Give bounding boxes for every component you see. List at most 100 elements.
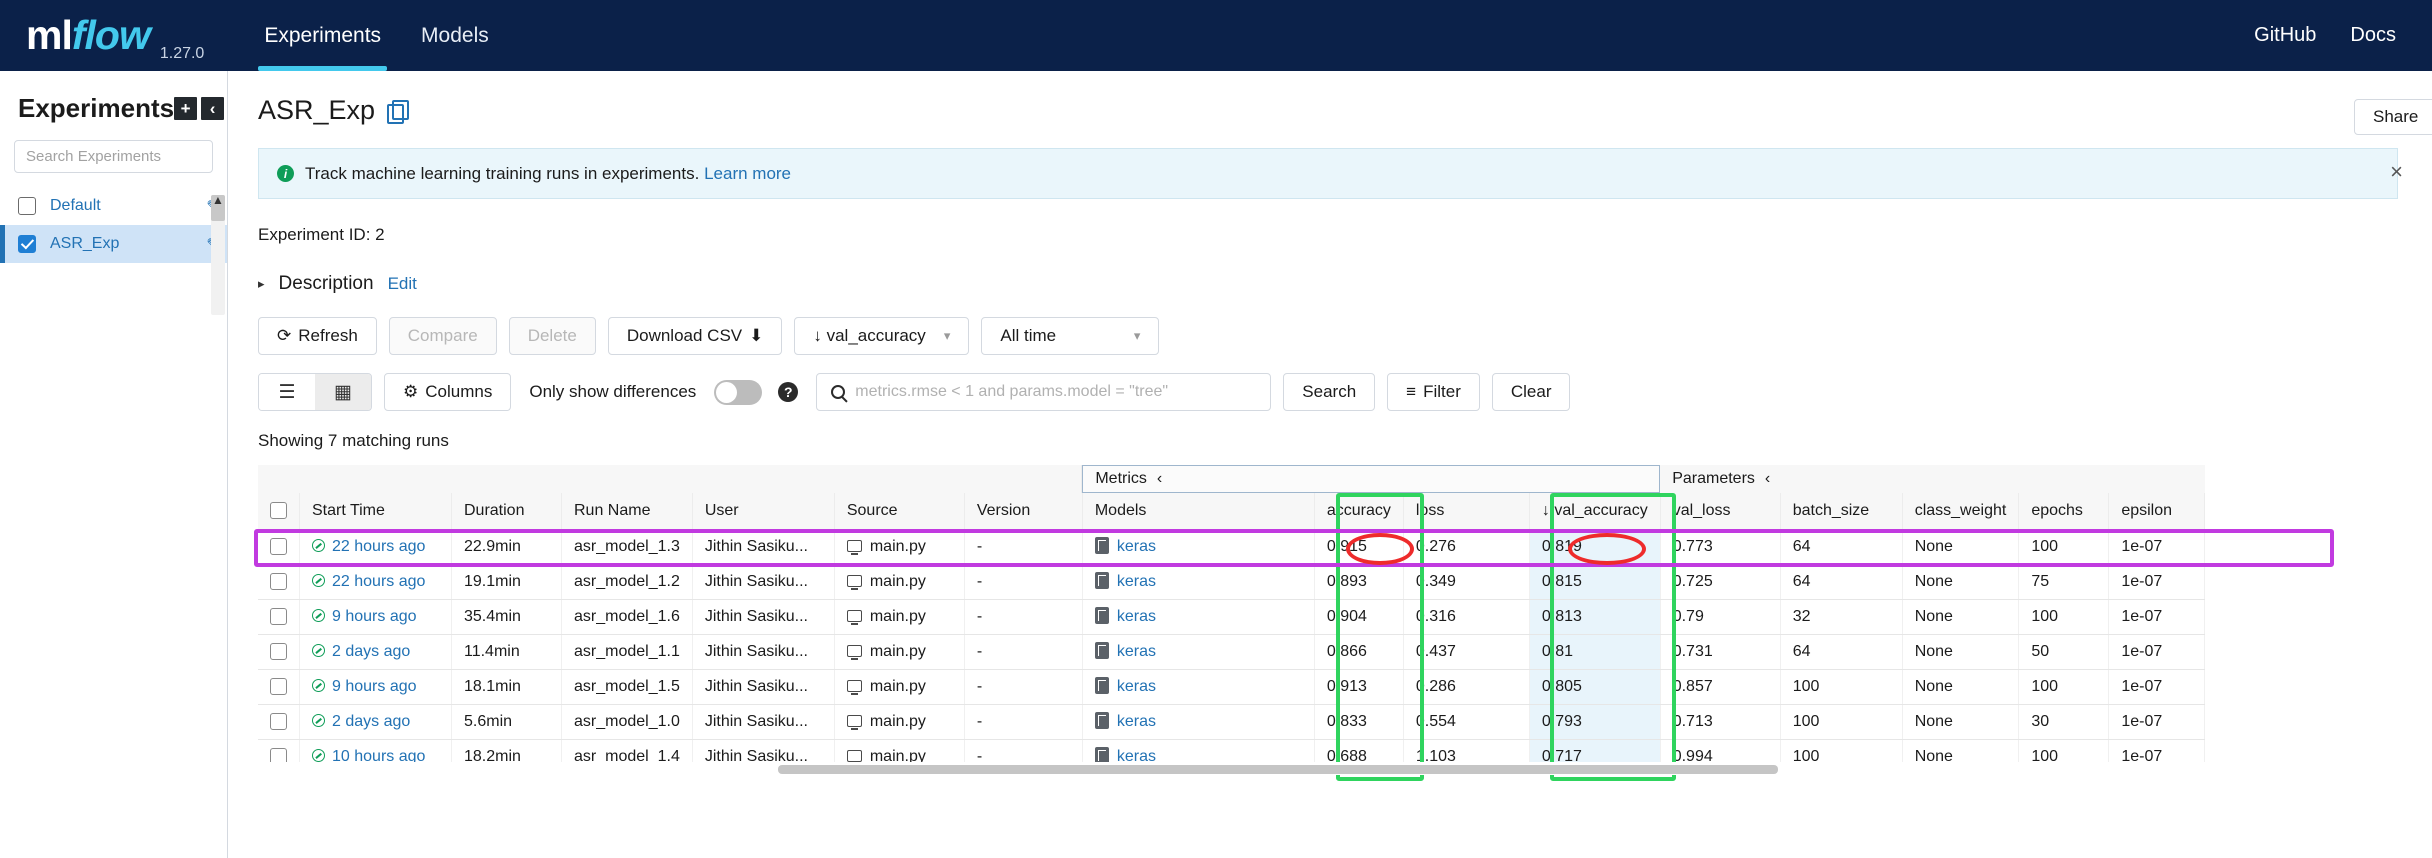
row-checkbox[interactable] xyxy=(270,678,287,695)
parameters-group-header[interactable]: Parameters ‹ xyxy=(1660,465,2205,493)
row-checkbox[interactable] xyxy=(270,538,287,555)
col-epsilon[interactable]: epsilon xyxy=(2108,493,2206,530)
learn-more-link[interactable]: Learn more xyxy=(704,164,791,183)
start-time-link[interactable]: 2 days ago xyxy=(332,643,410,660)
docs-link[interactable]: Docs xyxy=(2350,24,2396,47)
table-horizontal-scrollbar[interactable] xyxy=(258,761,2432,775)
cell-start-time[interactable]: 9 hours ago xyxy=(299,669,452,705)
select-all-header[interactable] xyxy=(258,493,300,530)
col-accuracy[interactable]: accuracy xyxy=(1314,493,1404,530)
cell-models[interactable]: keras xyxy=(1082,669,1315,705)
refresh-button[interactable]: ⟳ Refresh xyxy=(258,317,377,355)
col-duration[interactable]: Duration xyxy=(451,493,562,530)
row-checkbox[interactable] xyxy=(270,608,287,625)
col-epochs[interactable]: epochs xyxy=(2018,493,2110,530)
sidebar-scrollbar[interactable]: ▲ xyxy=(211,193,225,315)
experiment-name[interactable]: Default xyxy=(50,197,101,215)
cell-start-time[interactable]: 22 hours ago xyxy=(299,564,452,600)
model-link[interactable]: keras xyxy=(1117,538,1156,555)
experiment-checkbox[interactable] xyxy=(18,235,36,253)
col-val-loss[interactable]: val_loss xyxy=(1660,493,1781,530)
cell-models[interactable]: keras xyxy=(1082,599,1315,635)
cell-source[interactable]: main.py xyxy=(834,634,965,670)
table-row[interactable]: 9 hours ago 18.1min asr_model_1.5 Jithin… xyxy=(258,669,2206,705)
chevron-left-icon[interactable]: ‹ xyxy=(1157,470,1162,488)
cell-models[interactable]: keras xyxy=(1082,564,1315,600)
description-edit-link[interactable]: Edit xyxy=(388,274,417,294)
col-run-name[interactable]: Run Name xyxy=(561,493,693,530)
runs-search-input[interactable] xyxy=(855,383,1257,401)
search-experiments-input[interactable] xyxy=(26,148,201,165)
row-checkbox[interactable] xyxy=(270,573,287,590)
col-class-weight[interactable]: class_weight xyxy=(1902,493,2020,530)
start-time-link[interactable]: 2 days ago xyxy=(332,713,410,730)
row-checkbox[interactable] xyxy=(270,643,287,660)
row-checkbox-cell[interactable] xyxy=(258,704,300,740)
sidebar-item-default[interactable]: Default ✎ xyxy=(0,187,227,225)
col-version[interactable]: Version xyxy=(964,493,1083,530)
search-button[interactable]: Search xyxy=(1283,373,1376,411)
cell-source[interactable]: main.py xyxy=(834,669,965,705)
copy-icon[interactable] xyxy=(387,100,410,124)
cell-source[interactable]: main.py xyxy=(834,599,965,635)
tab-experiments[interactable]: Experiments xyxy=(244,0,401,71)
cell-start-time[interactable]: 2 days ago xyxy=(299,634,452,670)
col-val-accuracy[interactable]: ↓ val_accuracy xyxy=(1529,493,1661,530)
cell-source[interactable]: main.py xyxy=(834,529,965,565)
runs-search-box[interactable] xyxy=(816,373,1272,411)
grid-view-icon[interactable]: ▦ xyxy=(315,374,371,410)
start-time-link[interactable]: 22 hours ago xyxy=(332,573,425,590)
search-experiments-box[interactable] xyxy=(14,140,213,173)
sort-select[interactable]: ↓ val_accuracy ▾ xyxy=(794,317,970,355)
col-batch-size[interactable]: batch_size xyxy=(1780,493,1903,530)
close-icon[interactable]: × xyxy=(2390,159,2403,185)
scroll-up-arrow-icon[interactable]: ▲ xyxy=(211,193,225,207)
compare-button[interactable]: Compare xyxy=(388,317,497,355)
cell-source[interactable]: main.py xyxy=(834,564,965,600)
start-time-link[interactable]: 22 hours ago xyxy=(332,538,425,555)
only-show-differences-toggle[interactable] xyxy=(714,379,763,405)
filter-button[interactable]: ≡ Filter xyxy=(1387,373,1480,411)
col-loss[interactable]: loss xyxy=(1403,493,1530,530)
row-checkbox-cell[interactable] xyxy=(258,529,300,565)
select-all-checkbox[interactable] xyxy=(270,502,287,520)
table-row[interactable]: 9 hours ago 35.4min asr_model_1.6 Jithin… xyxy=(258,599,2206,635)
delete-button[interactable]: Delete xyxy=(508,317,596,355)
model-link[interactable]: keras xyxy=(1117,713,1156,730)
row-checkbox-cell[interactable] xyxy=(258,564,300,600)
row-checkbox-cell[interactable] xyxy=(258,634,300,670)
time-range-select[interactable]: All time ▾ xyxy=(981,317,1160,355)
mlflow-logo[interactable]: mlflow 1.27.0 xyxy=(0,0,204,71)
github-link[interactable]: GitHub xyxy=(2254,24,2316,47)
col-user[interactable]: User xyxy=(692,493,835,530)
model-link[interactable]: keras xyxy=(1117,643,1156,660)
table-row[interactable]: 22 hours ago 19.1min asr_model_1.2 Jithi… xyxy=(258,564,2206,600)
question-mark-icon[interactable]: ? xyxy=(778,382,799,402)
cell-source[interactable]: main.py xyxy=(834,704,965,740)
cell-start-time[interactable]: 2 days ago xyxy=(299,704,452,740)
cell-models[interactable]: keras xyxy=(1082,704,1315,740)
col-models[interactable]: Models xyxy=(1082,493,1315,530)
row-checkbox-cell[interactable] xyxy=(258,669,300,705)
download-csv-button[interactable]: Download CSV ⬇ xyxy=(607,317,783,355)
cell-start-time[interactable]: 22 hours ago xyxy=(299,529,452,565)
model-link[interactable]: keras xyxy=(1117,608,1156,625)
cell-start-time[interactable]: 9 hours ago xyxy=(299,599,452,635)
columns-button[interactable]: ⚙ Columns xyxy=(384,373,512,411)
model-link[interactable]: keras xyxy=(1117,573,1156,590)
table-row[interactable]: 2 days ago 11.4min asr_model_1.1 Jithin … xyxy=(258,634,2206,670)
sidebar-item-asr-exp[interactable]: ASR_Exp ✎ xyxy=(0,225,227,263)
scrollbar-thumb[interactable] xyxy=(778,764,1778,774)
start-time-link[interactable]: 9 hours ago xyxy=(332,678,417,695)
col-start-time[interactable]: Start Time xyxy=(299,493,452,530)
metrics-group-header[interactable]: Metrics ‹ xyxy=(1082,465,1661,493)
tab-models[interactable]: Models xyxy=(401,0,509,71)
chevron-right-icon[interactable]: ▸ xyxy=(258,276,265,292)
cell-models[interactable]: keras xyxy=(1082,529,1315,565)
collapse-sidebar-button[interactable]: ‹ xyxy=(201,97,225,120)
experiment-checkbox[interactable] xyxy=(18,197,36,215)
model-link[interactable]: keras xyxy=(1117,678,1156,695)
start-time-link[interactable]: 9 hours ago xyxy=(332,608,417,625)
clear-button[interactable]: Clear xyxy=(1491,373,1571,411)
row-checkbox-cell[interactable] xyxy=(258,599,300,635)
